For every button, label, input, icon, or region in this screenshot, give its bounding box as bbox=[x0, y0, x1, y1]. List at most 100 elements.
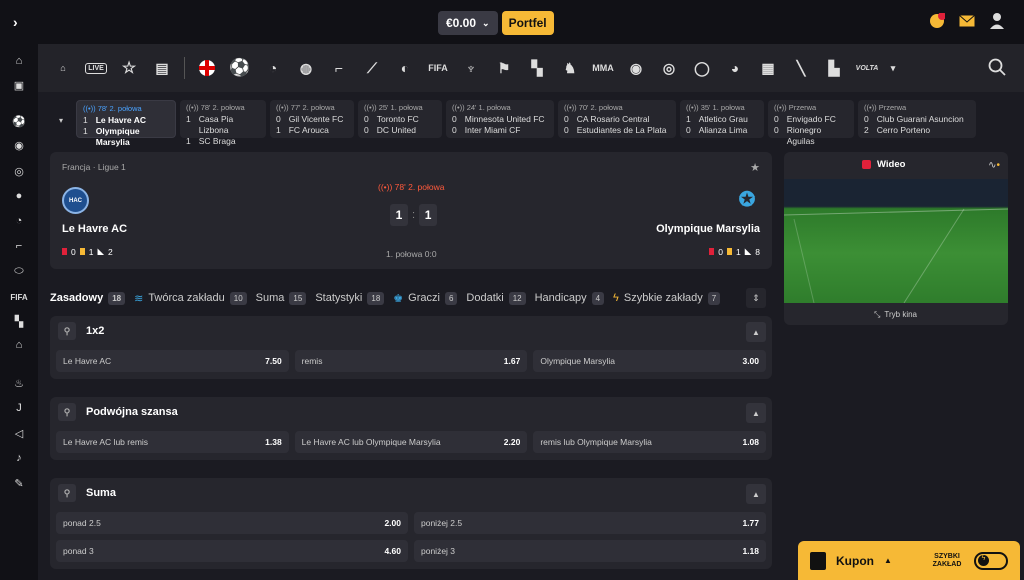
odd-button[interactable]: poniżej 2.5 1.77 bbox=[414, 512, 766, 534]
odd-button[interactable]: ponad 2.5 2.00 bbox=[56, 512, 408, 534]
star-icon[interactable]: ☆ bbox=[118, 57, 140, 79]
pin-icon[interactable]: ⚲ bbox=[58, 322, 76, 340]
odd-button[interactable]: remis 1.67 bbox=[294, 350, 528, 372]
fifa-icon[interactable]: FIFA bbox=[10, 288, 28, 306]
cs-icon[interactable]: ▚ bbox=[10, 312, 28, 330]
home-team: CA Rosario Central bbox=[576, 114, 650, 124]
nba2k-icon[interactable]: ▦ bbox=[757, 57, 779, 79]
live-match-card[interactable]: ((•)) 78' 2. połowa 1 Casa Pia Lizbona 1S… bbox=[180, 100, 266, 146]
volta-icon[interactable]: VOLTA bbox=[856, 57, 879, 79]
edit-icon[interactable]: ✎ bbox=[10, 474, 28, 492]
quick-bet-toggle[interactable]: ϟ bbox=[974, 551, 1008, 570]
rugby-icon[interactable]: ⬭ bbox=[10, 262, 28, 280]
ticket-icon[interactable]: ▣ bbox=[10, 76, 28, 94]
cinema-mode-button[interactable]: ⤡ Tryb kina bbox=[874, 310, 917, 320]
lol-icon[interactable]: ╲ bbox=[790, 57, 812, 79]
tab-2[interactable]: ≋ Twórca zakładu 10 bbox=[134, 291, 247, 305]
favourite-star-icon[interactable]: ★ bbox=[750, 161, 760, 174]
badminton-icon[interactable]: ♆ bbox=[460, 57, 482, 79]
away-row: 0 Estudiantes de La Plata bbox=[564, 125, 670, 136]
video-stream[interactable] bbox=[783, 179, 1009, 304]
collapse-strip-icon[interactable]: ▾ bbox=[50, 100, 72, 140]
balance-button[interactable]: €0.00 ⌄ bbox=[438, 11, 498, 35]
collapse-all-icon[interactable]: ⇕ bbox=[746, 288, 766, 308]
whistle-icon[interactable]: ♪ bbox=[10, 449, 28, 467]
betslip-icon[interactable]: ▤ bbox=[151, 57, 173, 79]
odd-button[interactable]: Le Havre AC 7.50 bbox=[56, 350, 289, 372]
pin-icon[interactable]: ⚲ bbox=[58, 403, 76, 421]
esports-icon[interactable]: ◕ bbox=[724, 57, 746, 79]
hockey-icon[interactable]: ⌐ bbox=[10, 237, 28, 255]
megaphone-icon[interactable]: ◁ bbox=[10, 424, 28, 442]
tab-3[interactable]: Suma 15 bbox=[256, 291, 307, 305]
search-icon[interactable] bbox=[988, 58, 1006, 76]
odd-button[interactable]: Le Havre AC lub remis 1.38 bbox=[56, 431, 289, 453]
casino-icon[interactable]: ⌂ bbox=[10, 336, 28, 354]
fifa-icon[interactable]: FIFA bbox=[427, 57, 449, 79]
tennis-icon[interactable]: ◔ bbox=[10, 212, 28, 230]
tab-4[interactable]: Statystyki 18 bbox=[315, 291, 385, 305]
hockey-icon[interactable]: ⌐ bbox=[328, 57, 350, 79]
basketball-icon[interactable]: ● bbox=[10, 187, 28, 205]
mail-icon[interactable] bbox=[958, 12, 976, 30]
tab-6[interactable]: Dodatki 12 bbox=[466, 291, 526, 305]
odd-button[interactable]: ponad 3 4.60 bbox=[56, 540, 408, 562]
market-header[interactable]: ⚲ 1x2 bbox=[50, 316, 772, 346]
target-icon[interactable]: ◎ bbox=[10, 162, 28, 180]
mma-icon[interactable]: MMA bbox=[592, 57, 614, 79]
racing-flag-icon[interactable]: ⚑ bbox=[493, 57, 515, 79]
stats-chart-icon[interactable]: ∿• bbox=[988, 160, 1000, 171]
collapse-market-icon[interactable]: ▲ bbox=[746, 484, 766, 504]
tab-list: Zasadowy 18 ≋ Twórca zakładu 10 Suma 15 Statyst… bbox=[50, 291, 721, 305]
portfel-button[interactable]: Portfel bbox=[501, 11, 554, 35]
collapse-market-icon[interactable]: ▲ bbox=[746, 322, 766, 342]
juventus-icon[interactable]: J bbox=[10, 399, 28, 417]
live-icon[interactable]: ◉ bbox=[10, 136, 28, 154]
user-icon[interactable] bbox=[988, 12, 1006, 30]
cs-icon[interactable]: ▚ bbox=[526, 57, 548, 79]
odd-button[interactable]: poniżej 3 1.18 bbox=[414, 540, 766, 562]
tab-1[interactable]: Zasadowy 18 bbox=[50, 291, 126, 305]
tennis-icon[interactable]: ◔ bbox=[262, 57, 284, 79]
live-match-card[interactable]: ((•)) 25' 1. połowa 0 Toronto FC 0 DC Unit… bbox=[358, 100, 442, 138]
expand-sidebar-icon[interactable]: › bbox=[13, 14, 27, 30]
tab-7[interactable]: Handicapy 4 bbox=[535, 291, 605, 305]
volleyball-icon[interactable]: ◐ bbox=[394, 57, 416, 79]
collapse-market-icon[interactable]: ▲ bbox=[746, 403, 766, 423]
more-sports-chevron-icon[interactable]: ▾ bbox=[889, 57, 897, 79]
table-tennis-icon[interactable]: ◉ bbox=[625, 57, 647, 79]
tab-label: Statystyki bbox=[315, 292, 363, 304]
stadium-icon[interactable]: ⌂ bbox=[10, 52, 28, 70]
football-icon[interactable]: ⚽ bbox=[10, 112, 28, 130]
market-card: ⚲ 1x2 ▲ Le Havre AC 7.50 remis 1.67 Olympique… bbox=[50, 316, 772, 379]
live-match-card[interactable]: ((•)) 70' 2. połowa 0 CA Rosario Central … bbox=[558, 100, 676, 138]
fire-icon[interactable]: ♨ bbox=[10, 374, 28, 392]
kupon-bar[interactable]: Kupon ▲ SZYBKI ZAKŁAD ϟ bbox=[798, 541, 1020, 580]
live-match-card[interactable]: ((•)) 77' 2. połowa 0 Gil Vicente FC 1 FC … bbox=[270, 100, 354, 138]
basketball-icon[interactable]: ◍ bbox=[295, 57, 317, 79]
house-icon[interactable]: ⌂ bbox=[52, 57, 74, 79]
market-header[interactable]: ⚲ Podwójna szansa bbox=[50, 397, 772, 427]
odd-button[interactable]: Olympique Marsylia 3.00 bbox=[533, 350, 767, 372]
live-icon[interactable]: LIVE bbox=[85, 57, 107, 79]
odd-button[interactable]: Le Havre AC lub Olympique Marsylia 2.20 bbox=[294, 431, 528, 453]
live-match-card[interactable]: ((•)) Przerwa 0 Club Guarani Asuncion 2 Ce… bbox=[858, 100, 976, 138]
video-header[interactable]: Wideo bbox=[862, 159, 905, 170]
dota-icon[interactable]: ▙ bbox=[823, 57, 845, 79]
horse-icon[interactable]: ♞ bbox=[559, 57, 581, 79]
market-header[interactable]: ⚲ Suma bbox=[50, 478, 772, 508]
darts-icon[interactable]: ◎ bbox=[658, 57, 680, 79]
rewards-icon[interactable] bbox=[928, 12, 946, 30]
tab-5[interactable]: ♚ Graczi 6 bbox=[393, 291, 458, 305]
live-match-card[interactable]: ((•)) Przerwa 0 Envigado FC 0 Rionegro Agu… bbox=[768, 100, 854, 146]
odd-button[interactable]: remis lub Olympique Marsylia 1.08 bbox=[533, 431, 767, 453]
live-match-card[interactable]: ((•)) 78' 2. połowa 1 Le Havre AC 1 Olympi… bbox=[76, 100, 176, 147]
baseball-icon[interactable]: ⟋ bbox=[361, 57, 383, 79]
rugby-icon[interactable]: ◯ bbox=[691, 57, 713, 79]
live-match-card[interactable]: ((•)) 35' 1. połowa 1 Atletico Grau 0 Alia… bbox=[680, 100, 764, 138]
tab-8[interactable]: ϟ Szybkie zakłady 7 bbox=[613, 291, 721, 305]
pin-icon[interactable]: ⚲ bbox=[58, 484, 76, 502]
england-flag-icon[interactable] bbox=[196, 57, 218, 79]
football-icon[interactable]: ⚽ bbox=[229, 57, 251, 79]
live-match-card[interactable]: ((•)) 24' 1. połowa 0 Minnesota United FC… bbox=[446, 100, 554, 138]
